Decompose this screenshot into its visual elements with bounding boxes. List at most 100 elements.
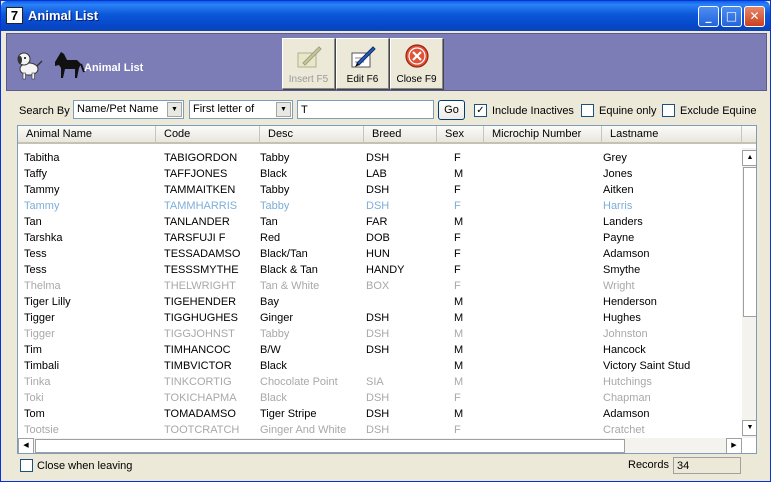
scroll-left-icon[interactable]: ◀ bbox=[18, 438, 34, 453]
exclude-equine-label: Exclude Equine bbox=[680, 105, 757, 117]
title-bar[interactable]: 7 Animal List _ □ ✕ bbox=[1, 1, 770, 31]
cell-code: TABIGORDON bbox=[164, 152, 238, 164]
cell-animal-name: Tom bbox=[24, 408, 45, 420]
cell-desc: Bay bbox=[260, 296, 279, 308]
col-sex-header[interactable]: Sex bbox=[437, 126, 484, 144]
close-icon bbox=[405, 44, 429, 68]
cell-lastname: Aitken bbox=[603, 184, 634, 196]
cell-animal-name: Tess bbox=[24, 264, 47, 276]
table-row[interactable]: Tabitha TABIGORDON Tabby DSH F Grey bbox=[18, 150, 742, 166]
cell-sex: F bbox=[454, 232, 461, 244]
cell-lastname: Jones bbox=[603, 168, 633, 180]
table-row[interactable]: Taffy TAFFJONES Black LAB M Jones bbox=[18, 166, 742, 182]
cell-animal-name: Tigger bbox=[24, 312, 55, 324]
table-row[interactable]: Toki TOKICHAPMA Black DSH F Chapman bbox=[18, 390, 742, 406]
cell-sex: M bbox=[454, 216, 464, 228]
table-row[interactable]: Timbali TIMBVICTOR Black M Victory Saint Stu… bbox=[18, 358, 742, 374]
cell-breed: HUN bbox=[366, 248, 390, 260]
scroll-down-icon[interactable]: ▼ bbox=[742, 420, 756, 436]
table-row[interactable]: Tom TOMADAMSO Tiger Stripe DSH M Adamson bbox=[18, 406, 742, 422]
table-row[interactable]: Tigger TIGGHUGHES Ginger DSH M Hughes bbox=[18, 310, 742, 326]
table-row[interactable]: Tess TESSSMYTHE Black & Tan HANDY F Smythe bbox=[18, 262, 742, 278]
insert-button[interactable]: Insert F5 bbox=[282, 38, 335, 89]
cell-animal-name: Tiger Lilly bbox=[24, 296, 71, 308]
close-window-button[interactable]: ✕ bbox=[744, 6, 765, 27]
close-f9-button[interactable]: Close F9 bbox=[390, 38, 443, 89]
cell-animal-name: Tess bbox=[24, 248, 47, 260]
vertical-scrollbar[interactable]: ▲ ▼ bbox=[742, 148, 756, 438]
cell-code: TESSADAMSO bbox=[164, 248, 241, 260]
minimize-button[interactable]: _ bbox=[698, 6, 719, 27]
dropdown-arrow-icon[interactable]: ▼ bbox=[276, 102, 291, 117]
scroll-right-icon[interactable]: ▶ bbox=[726, 438, 742, 453]
match-mode-value: First letter of bbox=[193, 103, 255, 115]
col-microchip-header[interactable]: Microchip Number bbox=[484, 126, 602, 144]
table-row[interactable]: Tess TESSADAMSO Black/Tan HUN F Adamson bbox=[18, 246, 742, 262]
cell-sex: F bbox=[454, 200, 461, 212]
table-row[interactable]: Tiger Lilly TIGEHENDER Bay M Henderson bbox=[18, 294, 742, 310]
col-code-header[interactable]: Code bbox=[156, 126, 260, 144]
cell-sex: F bbox=[454, 392, 461, 404]
col-animal-name-header[interactable]: Animal Name bbox=[18, 126, 156, 144]
horizontal-scrollbar[interactable]: ◀ ▶ bbox=[18, 438, 742, 453]
scroll-up-icon[interactable]: ▲ bbox=[742, 150, 756, 166]
insert-icon bbox=[297, 46, 322, 68]
cell-sex: M bbox=[454, 376, 464, 388]
dropdown-arrow-icon[interactable]: ▼ bbox=[167, 102, 182, 117]
header-filler bbox=[742, 126, 756, 144]
table-row[interactable]: Tim TIMHANCOC B/W DSH M Hancock bbox=[18, 342, 742, 358]
go-button[interactable]: Go bbox=[438, 100, 465, 120]
app-icon: 7 bbox=[6, 7, 23, 24]
cell-breed: DSH bbox=[366, 344, 390, 356]
close-when-leaving-checkbox[interactable] bbox=[20, 459, 33, 472]
table-row[interactable]: Tarshka TARSFUJI F Red DOB F Payne bbox=[18, 230, 742, 246]
cell-breed: DSH bbox=[366, 424, 390, 436]
table-row[interactable]: Tinka TINKCORTIG Chocolate Point SIA M Hutchi… bbox=[18, 374, 742, 390]
maximize-icon: □ bbox=[725, 9, 738, 23]
vertical-scroll-thumb[interactable] bbox=[743, 167, 756, 317]
cell-lastname: Hughes bbox=[603, 312, 641, 324]
col-breed-header[interactable]: Breed bbox=[364, 126, 437, 144]
cell-lastname: Hutchings bbox=[603, 376, 652, 388]
include-inactives-checkbox[interactable]: ✓ bbox=[474, 104, 487, 117]
cell-desc: Tabby bbox=[260, 184, 290, 196]
cell-desc: Tan & White bbox=[260, 280, 320, 292]
cell-code: TIMHANCOC bbox=[164, 344, 231, 356]
cell-lastname: Chapman bbox=[603, 392, 651, 404]
cell-lastname: Harris bbox=[603, 200, 633, 212]
cell-code: TANLANDER bbox=[164, 216, 230, 228]
table-row[interactable]: Tammy TAMMHARRIS Tabby DSH F Harris bbox=[18, 198, 742, 214]
cell-animal-name: Tabitha bbox=[24, 152, 60, 164]
search-by-select[interactable]: Name/Pet Name ▼ bbox=[73, 100, 184, 119]
cell-sex: F bbox=[454, 264, 461, 276]
cell-breed: DOB bbox=[366, 232, 390, 244]
cell-sex: M bbox=[454, 312, 464, 324]
header-title: Animal List bbox=[84, 62, 144, 74]
match-mode-select[interactable]: First letter of ▼ bbox=[189, 100, 293, 119]
cell-lastname: Wright bbox=[603, 280, 635, 292]
col-lastname-header[interactable]: Lastname bbox=[602, 126, 742, 144]
horizontal-scroll-thumb[interactable] bbox=[35, 439, 625, 453]
table-row[interactable]: Tigger TIGGJOHNST Tabby DSH M Johnston bbox=[18, 326, 742, 342]
search-by-value: Name/Pet Name bbox=[77, 103, 159, 115]
cell-sex: F bbox=[454, 424, 461, 436]
col-desc-header[interactable]: Desc bbox=[260, 126, 364, 144]
cell-lastname: Adamson bbox=[603, 248, 650, 260]
cell-desc: Tan bbox=[260, 216, 278, 228]
cell-breed: SIA bbox=[366, 376, 384, 388]
table-row[interactable]: Thelma THELWRIGHT Tan & White BOX F Wright bbox=[18, 278, 742, 294]
exclude-equine-checkbox[interactable] bbox=[662, 104, 675, 117]
cell-sex: F bbox=[454, 152, 461, 164]
cell-sex: M bbox=[454, 328, 464, 340]
edit-button[interactable]: Edit F6 bbox=[336, 38, 389, 89]
table-row[interactable]: Tammy TAMMAITKEN Tabby DSH F Aitken bbox=[18, 182, 742, 198]
equine-only-checkbox[interactable] bbox=[581, 104, 594, 117]
cell-code: TAFFJONES bbox=[164, 168, 228, 180]
table-row[interactable]: Tootsie TOOTCRATCH Ginger And White DSH F Cra… bbox=[18, 422, 742, 438]
search-input[interactable] bbox=[297, 100, 434, 119]
edit-label: Edit F6 bbox=[346, 74, 379, 85]
table-row[interactable]: Tan TANLANDER Tan FAR M Landers bbox=[18, 214, 742, 230]
cell-desc: Black/Tan bbox=[260, 248, 308, 260]
maximize-button[interactable]: □ bbox=[721, 6, 742, 27]
cell-code: TOOTCRATCH bbox=[164, 424, 240, 436]
